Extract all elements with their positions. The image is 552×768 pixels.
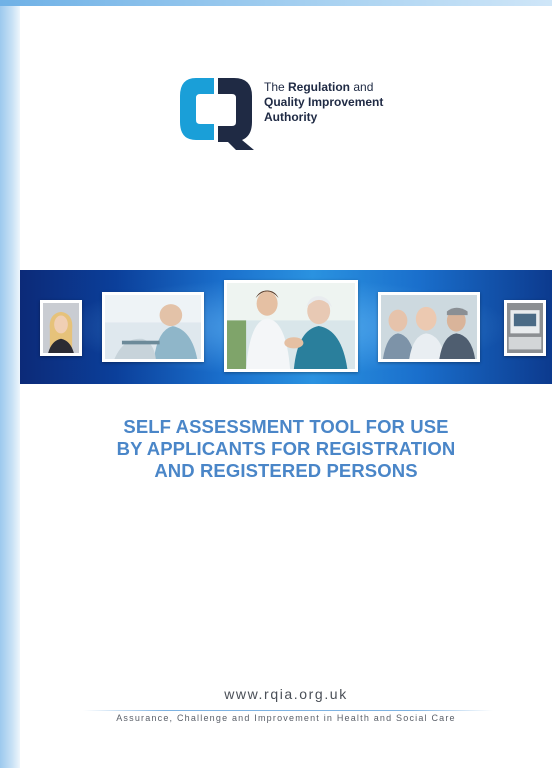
website-url[interactable]: www.rqia.org.uk <box>20 686 552 702</box>
photo-banner <box>20 270 552 384</box>
title-line: SELF ASSESSMENT TOOL FOR USE <box>123 416 449 437</box>
document-title: SELF ASSESSMENT TOOL FOR USE BY APPLICAN… <box>20 416 552 482</box>
title-line: BY APPLICANTS FOR REGISTRATION <box>116 438 456 459</box>
photo-dental-care <box>102 292 204 362</box>
photo-elderly-men-group <box>378 292 480 362</box>
logo-line-1: The Regulation and <box>264 80 424 95</box>
logo-line-2: Quality Improvement <box>264 95 424 110</box>
photo-woman-portrait <box>40 300 82 356</box>
rqia-logo: The Regulation and Quality Improvement A… <box>176 70 416 152</box>
logo-line-2-bold: Quality Improvement <box>264 95 384 109</box>
logo-wordmark: The Regulation and Quality Improvement A… <box>264 80 424 125</box>
photo-medical-equipment <box>504 300 546 356</box>
logo-line-1-suffix: and <box>350 80 374 94</box>
cq-logo-mark-icon <box>180 78 254 150</box>
title-line: AND REGISTERED PERSONS <box>154 460 418 481</box>
logo-line-1-prefix: The <box>264 80 289 94</box>
logo-line-3: Authority <box>264 110 424 125</box>
photo-nurse-with-elderly-woman <box>224 280 358 372</box>
footer-divider <box>83 710 493 711</box>
footer-tagline: Assurance, Challenge and Improvement in … <box>116 713 456 723</box>
logo-line-3-bold: Authority <box>264 110 318 124</box>
logo-line-1-bold: Regulation <box>288 80 351 94</box>
